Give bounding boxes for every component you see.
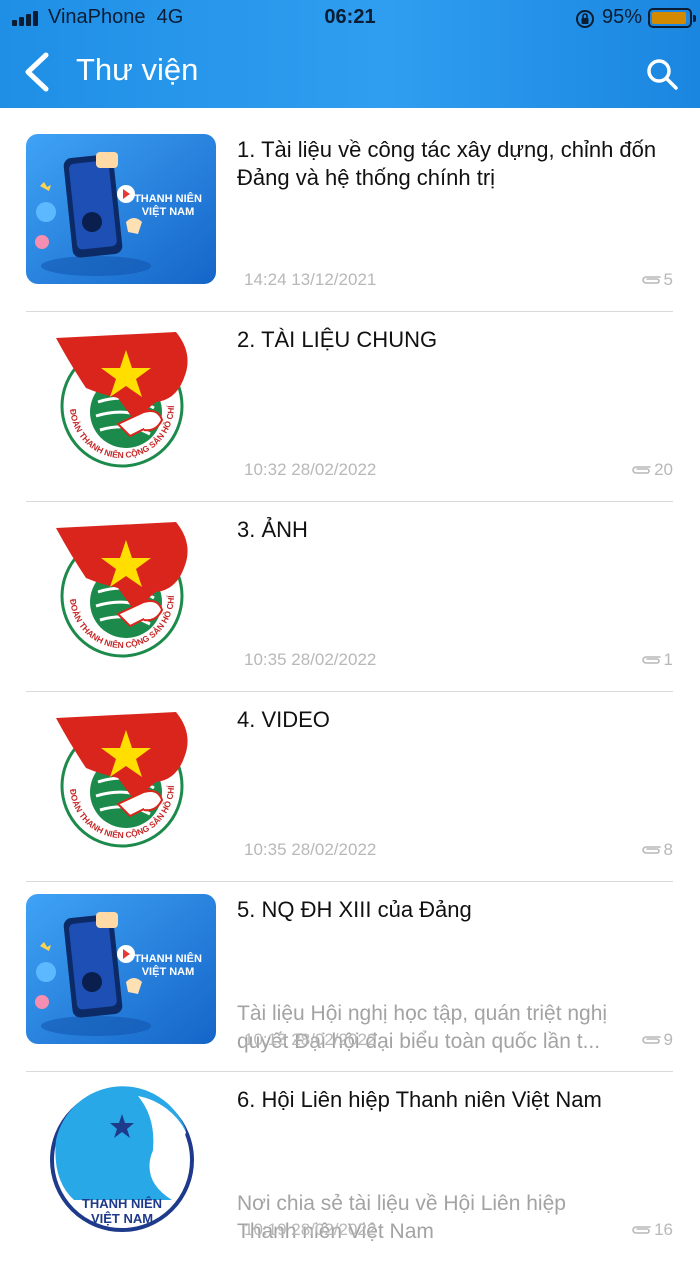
item-thumbnail[interactable]: ĐOÀN THANH NIÊN CỘNG SẢN HỒ CHÍ MINH [26,704,216,854]
list-item[interactable]: ĐOÀN THANH NIÊN CỘNG SẢN HỒ CHÍ MINH 2. … [26,312,673,502]
battery-percent: 95% [602,6,643,28]
attachment-count: 1 [640,650,673,670]
item-timestamp: 10:35 28/02/2022 [244,650,377,669]
paperclip-icon [641,1036,661,1044]
svg-text:VIỆT NAM: VIỆT NAM [142,205,195,218]
search-icon[interactable] [644,56,680,92]
paperclip-icon [632,466,651,474]
attachment-count: 20 [630,460,673,480]
item-timestamp: 14:24 13/12/2021 [244,270,377,289]
attachment-count: 5 [640,270,673,290]
svg-text:VIỆT NAM: VIỆT NAM [91,1211,153,1226]
library-list: THANH NIÊN VIỆT NAM 1. Tài liệu về công … [0,122,700,1262]
paperclip-icon [641,846,661,854]
svg-text:THANH NIÊN: THANH NIÊN [134,192,202,205]
svg-text:THANH NIÊN: THANH NIÊN [134,952,202,965]
rotation-lock-icon [576,10,594,28]
list-item[interactable]: THANH NIÊN VIỆT NAM 5. NQ ĐH XIII của Đả… [26,882,673,1072]
battery-icon [648,8,696,28]
list-item[interactable]: ĐOÀN THANH NIÊN CỘNG SẢN HỒ CHÍ MINH 4. … [26,692,673,882]
page-title: Thư viện [76,52,199,87]
item-timestamp: 10:13 28/02/2022 [244,1030,377,1049]
attachment-count: 16 [630,1220,673,1240]
list-item[interactable]: THANH NIÊN VIỆT NAM 6. Hội Liên hiệp Tha… [26,1072,673,1262]
item-timestamp: 10:19 28/02/2022 [244,1220,377,1239]
item-timestamp: 10:32 28/02/2022 [244,460,377,479]
list-item[interactable]: ĐOÀN THANH NIÊN CỘNG SẢN HỒ CHÍ MINH 3. … [26,502,673,692]
app-header: VinaPhone 4G 06:21 95% Thư viện [0,0,700,108]
item-thumbnail[interactable]: THANH NIÊN VIỆT NAM [26,1084,216,1234]
svg-text:THANH NIÊN: THANH NIÊN [82,1196,162,1211]
list-item[interactable]: THANH NIÊN VIỆT NAM 1. Tài liệu về công … [26,122,673,312]
item-thumbnail[interactable]: ĐOÀN THANH NIÊN CỘNG SẢN HỒ CHÍ MINH [26,514,216,664]
item-title[interactable]: 4. VIDEO [237,706,667,734]
item-description-line: Tài liệu Hội nghị học tập, quán triệt ng… [237,1002,608,1025]
attachment-count: 8 [640,840,673,860]
clock: 06:21 [324,6,376,28]
chevron-left-icon[interactable] [18,50,58,94]
item-title[interactable]: 3. ẢNH [237,516,667,544]
item-thumbnail[interactable]: THANH NIÊN VIỆT NAM [26,894,216,1044]
svg-text:VIỆT NAM: VIỆT NAM [142,965,195,978]
item-title[interactable]: 5. NQ ĐH XIII của Đảng [237,896,667,924]
item-title[interactable]: 1. Tài liệu về công tác xây dựng, chỉnh … [237,136,667,192]
attachment-count: 9 [640,1030,673,1050]
item-title[interactable]: 6. Hội Liên hiệp Thanh niên Việt Nam [237,1086,667,1114]
item-timestamp: 10:35 28/02/2022 [244,840,377,859]
item-title[interactable]: 2. TÀI LIỆU CHUNG [237,326,667,354]
item-thumbnail[interactable]: THANH NIÊN VIỆT NAM [26,134,216,284]
status-bar: VinaPhone 4G 06:21 95% [0,0,700,36]
paperclip-icon [641,276,661,284]
item-thumbnail[interactable]: ĐOÀN THANH NIÊN CỘNG SẢN HỒ CHÍ MINH [26,324,216,474]
paperclip-icon [632,1226,651,1234]
item-description-line: Nơi chia sẻ tài liệu về Hội Liên hiệp [237,1192,566,1215]
paperclip-icon [641,656,661,664]
